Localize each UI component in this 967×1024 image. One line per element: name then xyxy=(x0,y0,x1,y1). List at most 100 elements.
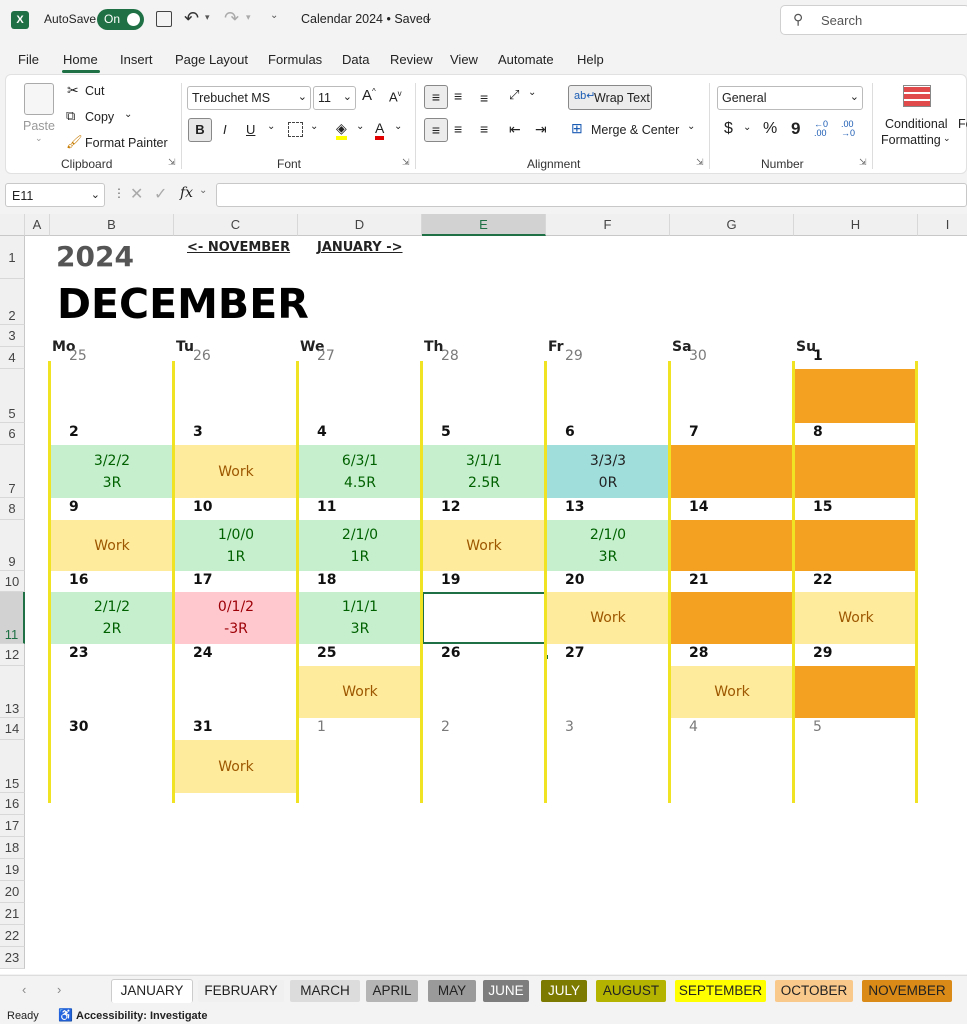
scroll-tabs-left-icon[interactable]: ‹ xyxy=(22,982,26,997)
selected-cell[interactable] xyxy=(422,592,546,644)
copy-dropdown-icon[interactable]: ⌄ xyxy=(124,109,132,120)
day-cell[interactable] xyxy=(670,520,794,571)
row-header-22[interactable]: 22 xyxy=(0,925,25,947)
row-header-17[interactable]: 17 xyxy=(0,815,25,837)
row-header-5[interactable]: 5 xyxy=(0,369,25,423)
italic-button[interactable]: I xyxy=(223,122,227,137)
format-painter-button[interactable]: Format Painter xyxy=(85,136,168,150)
row-header-9[interactable]: 9 xyxy=(0,520,25,571)
day-cell[interactable] xyxy=(794,520,918,571)
font-launcher-icon[interactable]: ⇲ xyxy=(402,157,410,168)
alignment-launcher-icon[interactable]: ⇲ xyxy=(696,157,704,168)
currency-button[interactable]: $ xyxy=(724,120,733,138)
borders-icon[interactable] xyxy=(288,122,303,137)
decrease-indent-icon[interactable]: ⇤ xyxy=(509,121,521,138)
comma-button[interactable]: 9 xyxy=(791,119,800,139)
font-color-dropdown-icon[interactable]: ⌄ xyxy=(394,121,402,132)
copy-button[interactable]: Copy xyxy=(85,110,114,124)
align-center-icon[interactable]: ≡ xyxy=(454,121,462,137)
day-cell[interactable] xyxy=(794,666,918,718)
sheet-tab-october[interactable]: OCTOBER xyxy=(775,980,853,1002)
insert-function-button[interactable]: fx xyxy=(180,185,193,201)
row-header-8[interactable]: 8 xyxy=(0,498,25,520)
day-cell[interactable]: 2/1/0 3R xyxy=(546,520,670,571)
row-header-15[interactable]: 15 xyxy=(0,740,25,793)
sheet-tab-february[interactable]: FEBRUARY xyxy=(198,980,284,1002)
menu-formulas[interactable]: Formulas xyxy=(268,52,322,67)
column-header-D[interactable]: D xyxy=(298,214,422,236)
row-header-1[interactable]: 1 xyxy=(0,236,25,279)
day-cell[interactable]: Work xyxy=(174,445,298,498)
document-title[interactable]: Calendar 2024 • Saved xyxy=(301,12,430,26)
row-header-11[interactable]: 11 xyxy=(0,592,25,644)
sheet-tab-march[interactable]: MARCH xyxy=(290,980,360,1002)
day-cell[interactable]: Work xyxy=(174,740,298,793)
column-header-H[interactable]: H xyxy=(794,214,918,236)
sheet-tab-april[interactable]: APRIL xyxy=(366,980,418,1002)
sheet-tab-november[interactable]: NOVEMBER xyxy=(862,980,952,1002)
fx-dropdown-icon[interactable]: ⌄ xyxy=(199,185,207,196)
font-name-select[interactable]: Trebuchet MS ⌄ xyxy=(187,86,311,110)
row-header-2[interactable]: 2 xyxy=(0,279,25,325)
menu-file[interactable]: File xyxy=(18,52,39,67)
sheet-tab-january[interactable]: JANUARY xyxy=(112,980,192,1002)
menu-data[interactable]: Data xyxy=(342,52,369,67)
increase-decimal-button[interactable]: ←0 .00 xyxy=(814,120,832,138)
sheet-tab-june[interactable]: JUNE xyxy=(483,980,529,1002)
menu-view[interactable]: View xyxy=(450,52,478,67)
day-cell[interactable]: Work xyxy=(422,520,546,571)
merge-center-button[interactable]: Merge & Center xyxy=(591,123,679,137)
day-cell[interactable]: 3/2/2 3R xyxy=(50,445,174,498)
column-header-G[interactable]: G xyxy=(670,214,794,236)
formula-input[interactable] xyxy=(216,183,967,207)
align-right-icon[interactable]: ≡ xyxy=(480,121,488,137)
orientation-icon[interactable]: ⤢ xyxy=(509,87,519,103)
select-all-corner[interactable] xyxy=(0,214,25,236)
accessibility-status[interactable]: Accessibility: Investigate xyxy=(76,1010,207,1022)
customize-toolbar-icon[interactable]: ⌄ xyxy=(270,10,278,21)
row-header-6[interactable]: 6 xyxy=(0,423,25,445)
row-header-23[interactable]: 23 xyxy=(0,947,25,969)
menu-page-layout[interactable]: Page Layout xyxy=(175,52,248,67)
paste-icon[interactable] xyxy=(24,83,54,115)
day-cell[interactable] xyxy=(670,445,794,498)
row-header-21[interactable]: 21 xyxy=(0,903,25,925)
title-dropdown-icon[interactable]: ⌄ xyxy=(424,11,433,24)
sheet-tab-september[interactable]: SEPTEMBER xyxy=(675,980,766,1002)
conditional-formatting-dropdown-icon[interactable]: ⌄ xyxy=(943,133,951,144)
merge-center-dropdown-icon[interactable]: ⌄ xyxy=(687,121,695,132)
increase-indent-icon[interactable]: ⇥ xyxy=(535,121,547,138)
day-cell[interactable]: 6/3/1 4.5R xyxy=(298,445,422,498)
fill-color-dropdown-icon[interactable]: ⌄ xyxy=(356,121,364,132)
day-cell[interactable]: Work xyxy=(546,592,670,644)
autosave-toggle[interactable]: On xyxy=(97,9,144,30)
day-cell[interactable]: 3/1/1 2.5R xyxy=(422,445,546,498)
column-header-C[interactable]: C xyxy=(174,214,298,236)
name-box[interactable]: E11 ⌄ xyxy=(5,183,105,207)
paste-button[interactable]: Paste xyxy=(23,119,55,133)
conditional-formatting-button[interactable]: Conditional xyxy=(885,117,948,131)
day-cell[interactable]: Work xyxy=(298,666,422,718)
row-header-3[interactable]: 3 xyxy=(0,325,25,347)
day-cell[interactable]: 3/3/3 0R xyxy=(546,445,670,498)
column-header-A[interactable]: A xyxy=(25,214,50,236)
underline-button[interactable]: U xyxy=(246,122,255,137)
orientation-dropdown-icon[interactable]: ⌄ xyxy=(528,87,536,98)
percent-button[interactable]: % xyxy=(763,120,777,138)
prev-month-link[interactable]: <- NOVEMBER xyxy=(187,240,290,255)
row-header-4[interactable]: 4 xyxy=(0,347,25,369)
column-header-E[interactable]: E xyxy=(422,214,546,236)
row-header-12[interactable]: 12 xyxy=(0,644,25,666)
cancel-icon[interactable]: ✕ xyxy=(130,184,143,204)
redo-icon[interactable]: ↷ xyxy=(224,8,239,29)
row-header-13[interactable]: 13 xyxy=(0,666,25,718)
column-header-I[interactable]: I xyxy=(918,214,967,236)
format-as-table-button[interactable]: Fo xyxy=(958,117,967,131)
row-header-19[interactable]: 19 xyxy=(0,859,25,881)
menu-home[interactable]: Home xyxy=(63,52,98,67)
day-cell[interactable]: 1/0/0 1R xyxy=(174,520,298,571)
column-header-B[interactable]: B xyxy=(50,214,174,236)
number-launcher-icon[interactable]: ⇲ xyxy=(859,157,867,168)
sheet-tab-may[interactable]: MAY xyxy=(428,980,476,1002)
undo-dropdown-icon[interactable]: ▾ xyxy=(205,12,210,23)
